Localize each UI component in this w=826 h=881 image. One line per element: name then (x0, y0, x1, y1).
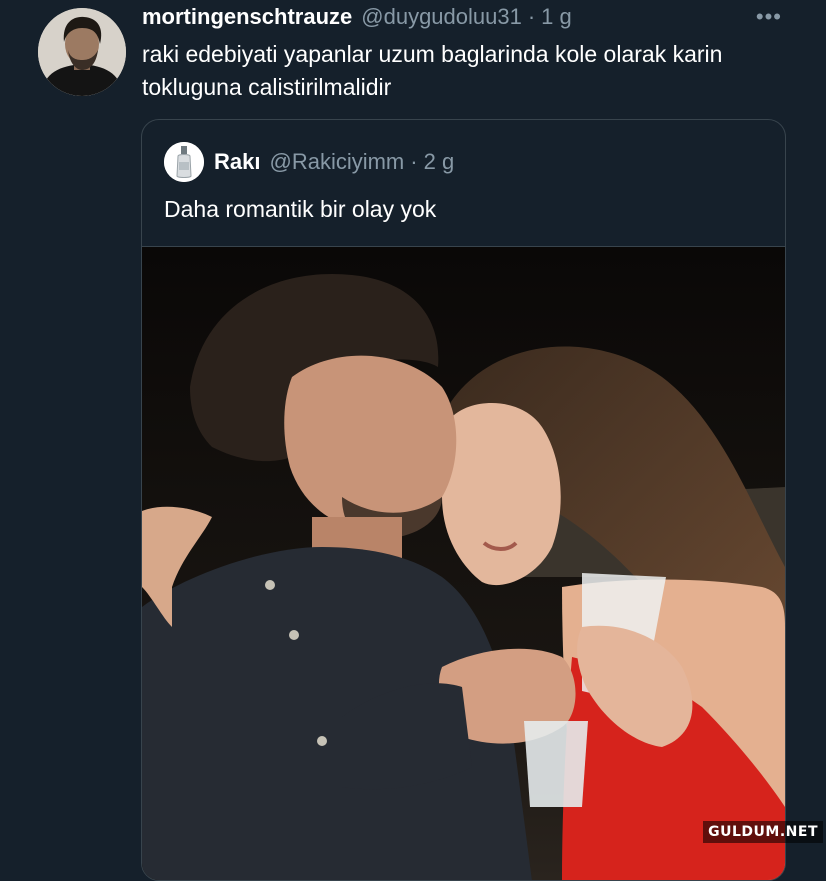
tweet-header: mortingenschtrauze @duygudoluu31 · 1 g (142, 4, 572, 34)
couple-photo (142, 247, 785, 880)
tweet-handle[interactable]: @duygudoluu31 (361, 4, 522, 30)
quoted-tweet-timestamp[interactable]: 2 g (424, 149, 455, 175)
more-options-icon[interactable]: ••• (756, 4, 782, 30)
quoted-tweet-avatar[interactable] (164, 142, 204, 182)
quoted-tweet-separator: · (410, 149, 418, 174)
quoted-tweet-text: Daha romantik bir olay yok (164, 196, 437, 222)
tweet-separator: · (527, 4, 536, 29)
user-avatar[interactable] (38, 8, 126, 96)
tweet-text: raki edebiyati yapanlar uzum baglarinda … (142, 41, 723, 100)
quoted-tweet-handle[interactable]: @Rakiciyimm (269, 149, 404, 175)
quoted-tweet-photo[interactable] (142, 246, 785, 880)
tweet-display-name[interactable]: mortingenschtrauze (142, 4, 352, 30)
quoted-tweet-header: Rakı @Rakiciyimm · 2 g (164, 142, 454, 182)
raki-bottle-icon (164, 142, 204, 182)
avatar-photo (38, 8, 126, 96)
tweet-timestamp[interactable]: 1 g (541, 4, 572, 30)
quoted-tweet-display-name[interactable]: Rakı (214, 149, 260, 175)
site-watermark: GULDUM.NET (703, 821, 823, 843)
quoted-tweet-card[interactable]: Rakı @Rakiciyimm · 2 g Daha romantik bir… (141, 119, 786, 881)
